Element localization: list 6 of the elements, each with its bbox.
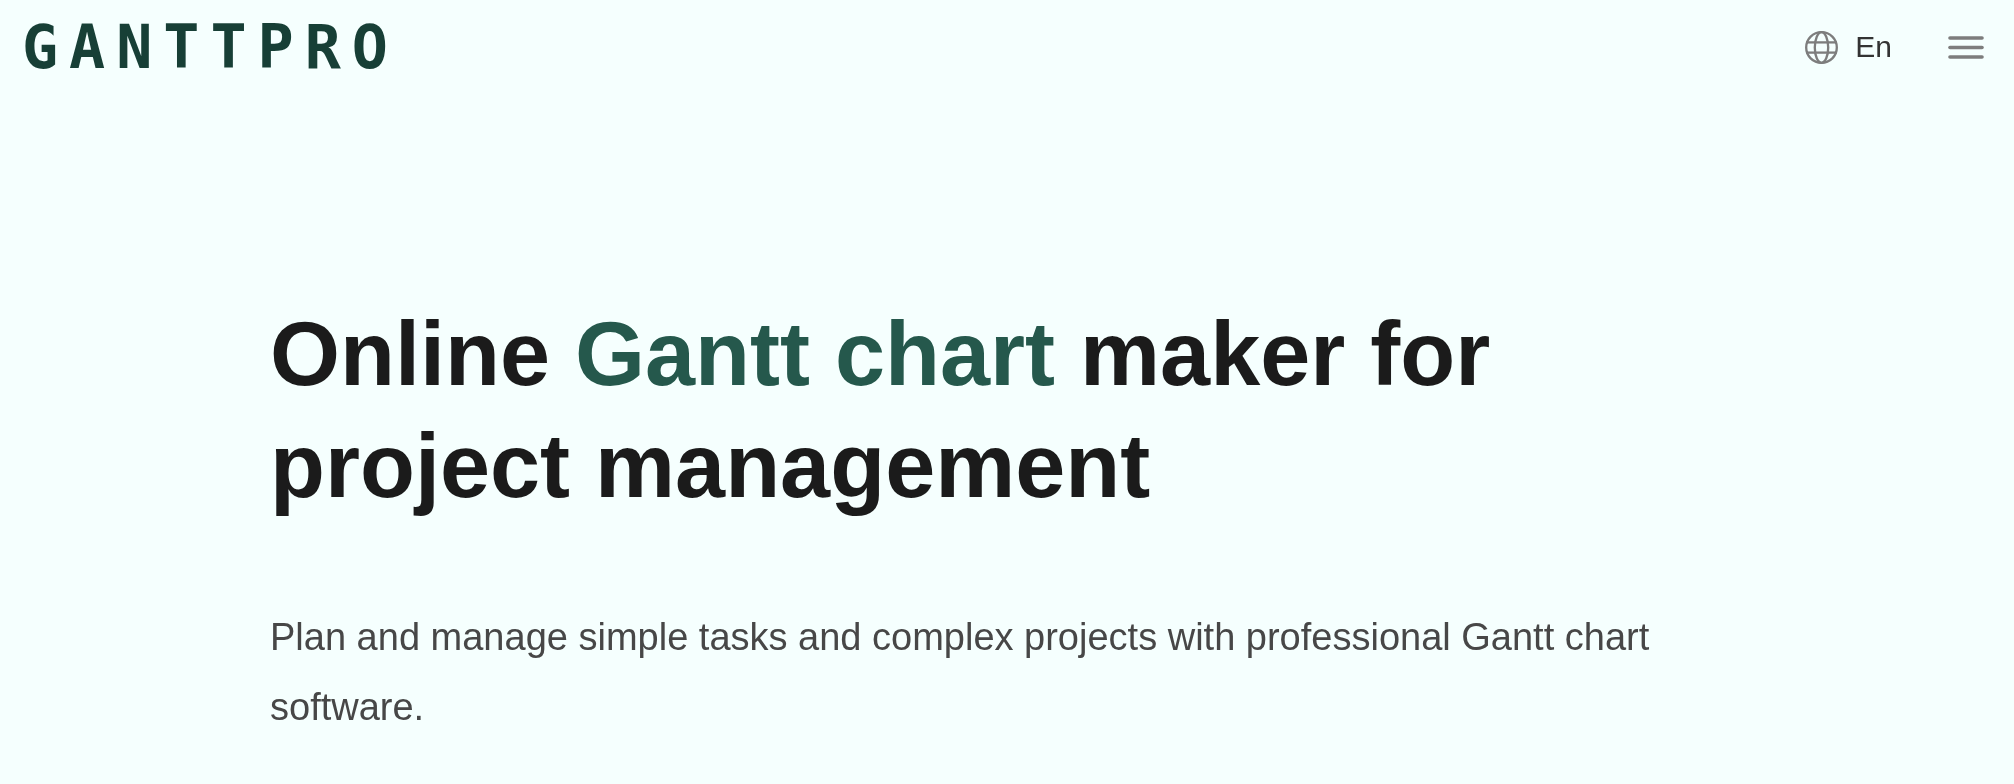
language-button[interactable]: En [1804,29,1892,65]
globe-icon [1804,29,1840,65]
headline: Online Gantt chart maker for project management [270,303,1492,518]
menu-icon[interactable] [1948,35,1984,59]
logo[interactable]: GANTTPRO [22,20,399,74]
subtitle: Plan and manage simple tasks and complex projects with professional Gantt chart software. [270,615,1651,730]
